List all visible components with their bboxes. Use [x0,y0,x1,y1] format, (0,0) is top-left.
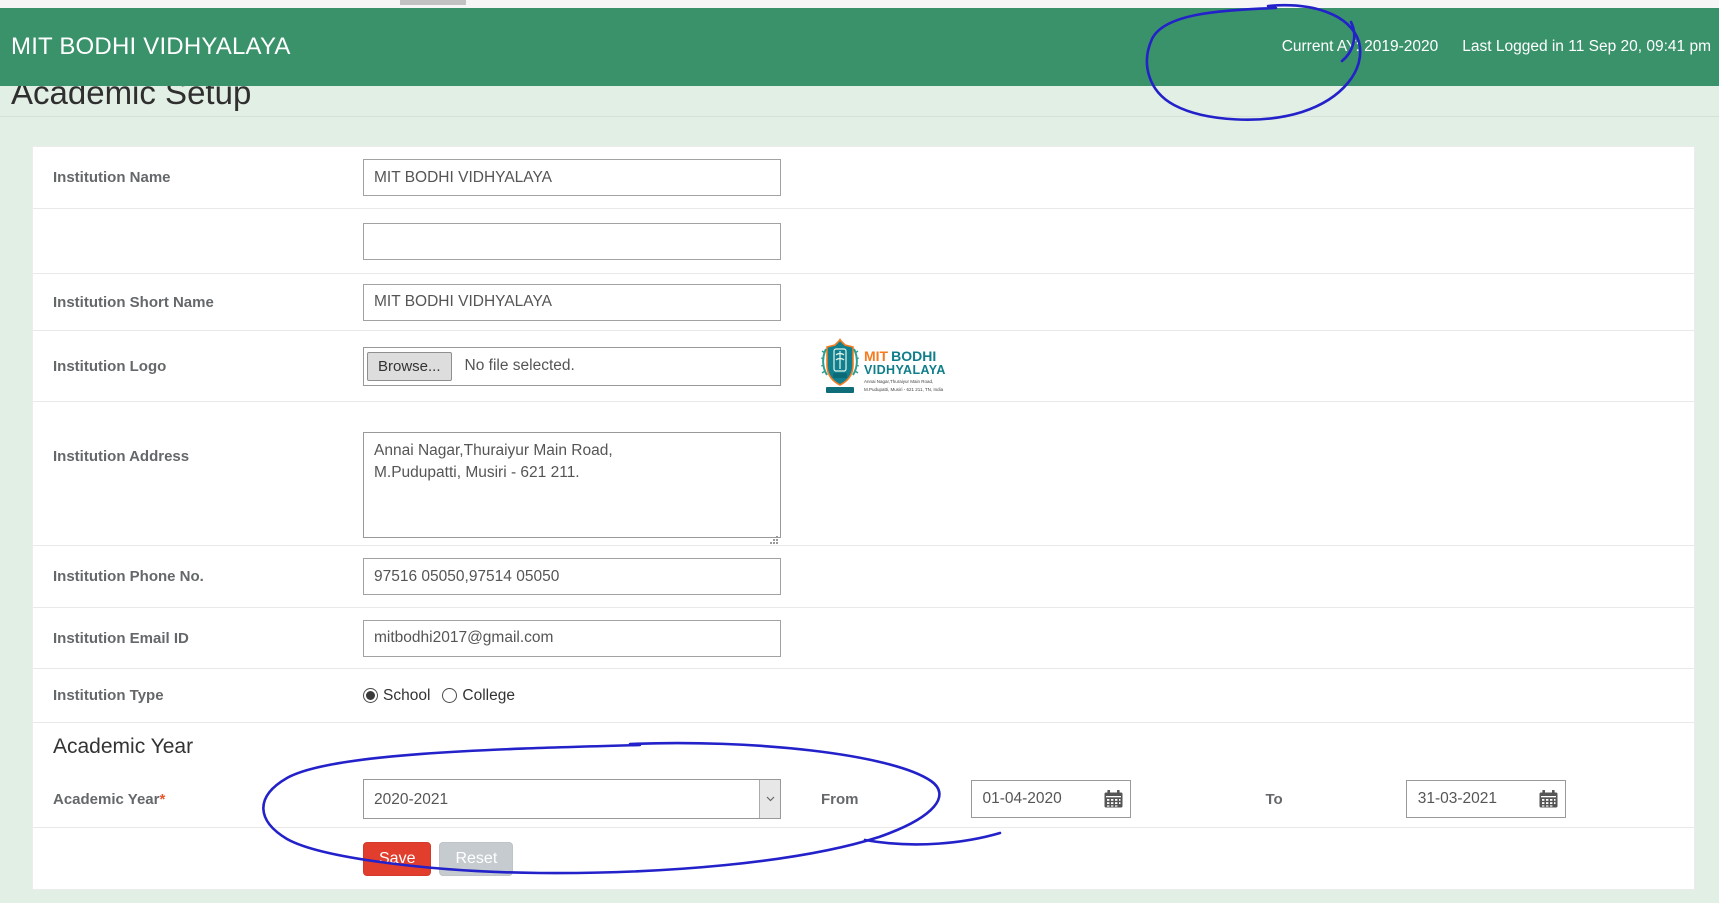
current-ay-text: Current AY: 2019-2020 [1282,38,1439,56]
to-date-field[interactable] [1406,780,1566,818]
logo-address-line1: Annai Nagar,Thuraiyur Main Road, [864,379,946,385]
academic-setup-screen: MIT BODHI VIDHYALAYA Current AY: 2019-20… [0,0,1719,903]
from-label: From [821,791,859,808]
logo-address-line2: M.Pudupatti, Musiri - 621 211, TN, India [864,387,946,393]
row-actions: Save Reset [33,828,1694,889]
file-status-text: No file selected. [465,357,575,375]
row-academic-year: Academic Year* 2020-2021 From [33,771,1694,828]
institution-name-label: Institution Name [33,169,363,186]
institution-logo-label: Institution Logo [33,358,363,375]
reset-button[interactable]: Reset [439,842,513,876]
row-secondary-name [33,209,1694,274]
logo-file-input[interactable]: Browse... No file selected. [363,347,781,386]
logo-name-word2: BODHI [891,348,936,364]
school-logo-emblem-icon [821,337,859,395]
institution-type-label: Institution Type [33,687,363,704]
institution-email-input[interactable] [363,620,781,657]
radio-school-icon[interactable] [363,688,378,703]
row-institution-name: Institution Name [33,147,1694,209]
academic-year-select[interactable]: 2020-2021 [363,779,781,819]
institution-phone-input[interactable] [363,558,781,595]
row-institution-short-name: Institution Short Name [33,274,1694,331]
radio-school-label: School [383,687,430,705]
secondary-name-input[interactable] [363,223,781,260]
institution-short-name-label: Institution Short Name [33,294,363,311]
radio-college-label: College [462,687,515,705]
from-date-input[interactable] [972,790,1104,808]
institution-name-input[interactable] [363,159,781,196]
form-panel: Institution Name Institution Short Name … [32,146,1695,890]
institution-phone-label: Institution Phone No. [33,568,363,585]
row-institution-email: Institution Email ID [33,608,1694,669]
institution-address-label: Institution Address [33,432,363,465]
row-institution-address: Institution Address [33,402,1694,546]
to-label: To [1266,791,1283,808]
row-institution-phone: Institution Phone No. [33,546,1694,608]
school-logo-text: MITBODHI VIDHYALAYA Annai Nagar,Thuraiyu… [864,337,946,393]
from-date-field[interactable] [971,780,1131,818]
to-date-input[interactable] [1407,790,1539,808]
brand-title: MIT BODHI VIDHYALAYA [11,33,291,61]
header-band-divider [0,116,1719,117]
save-button[interactable]: Save [363,842,431,876]
institution-short-name-input[interactable] [363,284,781,321]
radio-option-school[interactable]: School [363,687,442,705]
radio-college-icon[interactable] [442,688,457,703]
last-logged-text: Last Logged in 11 Sep 20, 09:41 pm [1462,38,1711,56]
required-asterisk: * [159,791,165,808]
academic-year-label: Academic Year* [33,791,363,808]
calendar-icon[interactable] [1104,790,1123,808]
radio-option-college[interactable]: College [442,687,527,705]
app-header: MIT BODHI VIDHYALAYA Current AY: 2019-20… [0,8,1719,86]
scrollbar-fragment [400,0,466,5]
logo-name-word1: MIT [864,348,888,364]
row-academic-year-heading: Academic Year [33,723,1694,771]
institution-address-textarea[interactable] [363,432,781,538]
browse-button[interactable]: Browse... [367,352,452,381]
institution-email-label: Institution Email ID [33,630,363,647]
browser-top-strip [0,0,1719,8]
school-logo: MITBODHI VIDHYALAYA Annai Nagar,Thuraiyu… [821,337,946,395]
row-institution-logo: Institution Logo Browse... No file selec… [33,331,1694,402]
calendar-icon[interactable] [1539,790,1558,808]
logo-name-line2: VIDHYALAYA [864,364,946,377]
row-institution-type: Institution Type School College [33,669,1694,723]
academic-year-section-title: Academic Year [33,735,193,759]
header-status-group: Current AY: 2019-2020 Last Logged in 11 … [1282,38,1711,56]
